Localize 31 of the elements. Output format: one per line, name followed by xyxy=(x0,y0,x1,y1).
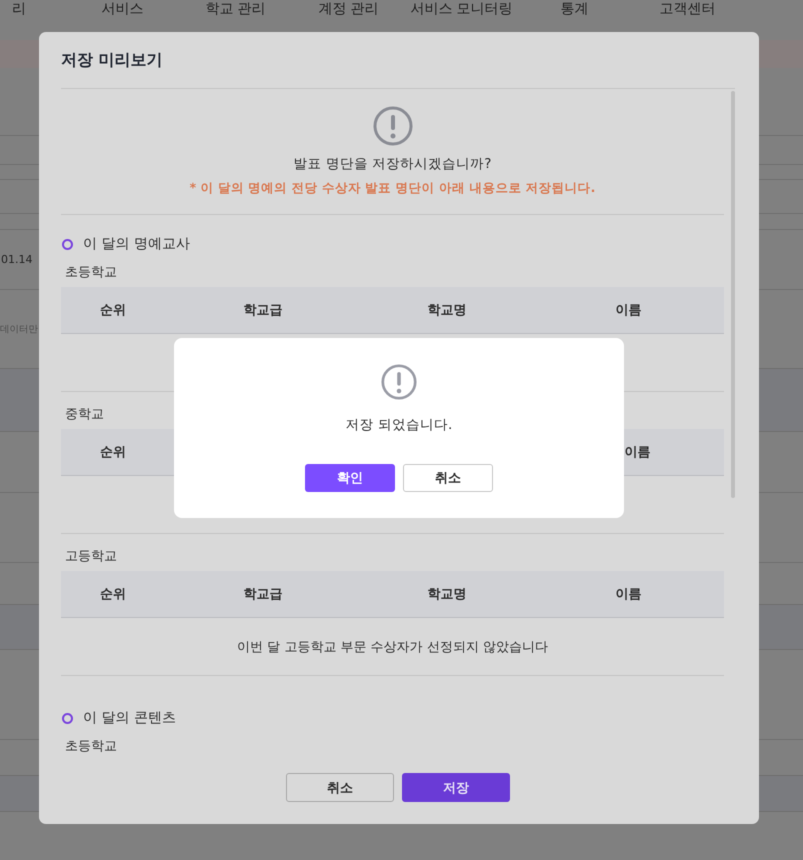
confirm-question: 발표 명단을 저장하시겠습니까? xyxy=(294,155,492,173)
column-header: 학교급 xyxy=(242,302,284,319)
column-header: 이름 xyxy=(624,444,652,461)
nav-item[interactable]: 리 xyxy=(0,1,66,40)
warning-note: * 이 달의 명예의 전당 수상자 발표 명단이 아래 내용으로 저장됩니다. xyxy=(190,180,596,197)
group-label: 중학교 xyxy=(65,406,104,423)
column-header: 순위 xyxy=(99,302,127,319)
column-header: 이름 xyxy=(614,302,642,319)
section-title: 이 달의 명예교사 xyxy=(83,235,190,253)
table-cell: 01.14 xyxy=(1,253,32,266)
column-header: 학교명 xyxy=(426,302,468,319)
column-header: 학교명 xyxy=(426,586,468,603)
column-header: 순위 xyxy=(99,586,127,603)
exclamation-icon xyxy=(372,106,412,146)
group-label: 초등학교 xyxy=(65,738,117,752)
column-header: 순위 xyxy=(99,444,127,461)
confirm-button[interactable]: 확인 xyxy=(305,464,395,492)
cancel-button[interactable]: 취소 xyxy=(286,773,394,802)
column-header: 학교급 xyxy=(242,586,284,603)
save-button[interactable]: 저장 xyxy=(402,773,510,802)
group-label: 초등학교 xyxy=(65,264,117,281)
cancel-button[interactable]: 취소 xyxy=(403,464,493,492)
dialog-title: 저장 미리보기 xyxy=(61,50,164,71)
alert-message: 저장 되었습니다. xyxy=(346,416,452,434)
group-label: 고등학교 xyxy=(65,548,117,565)
ring-bullet-icon xyxy=(62,238,73,250)
ring-bullet-icon xyxy=(62,712,73,724)
exclamation-icon xyxy=(381,364,417,400)
empty-message: 이번 달 고등학교 부문 수상자가 선정되지 않았습니다 xyxy=(237,638,548,656)
column-header: 이름 xyxy=(614,586,642,603)
section-title: 이 달의 콘텐츠 xyxy=(83,709,176,727)
